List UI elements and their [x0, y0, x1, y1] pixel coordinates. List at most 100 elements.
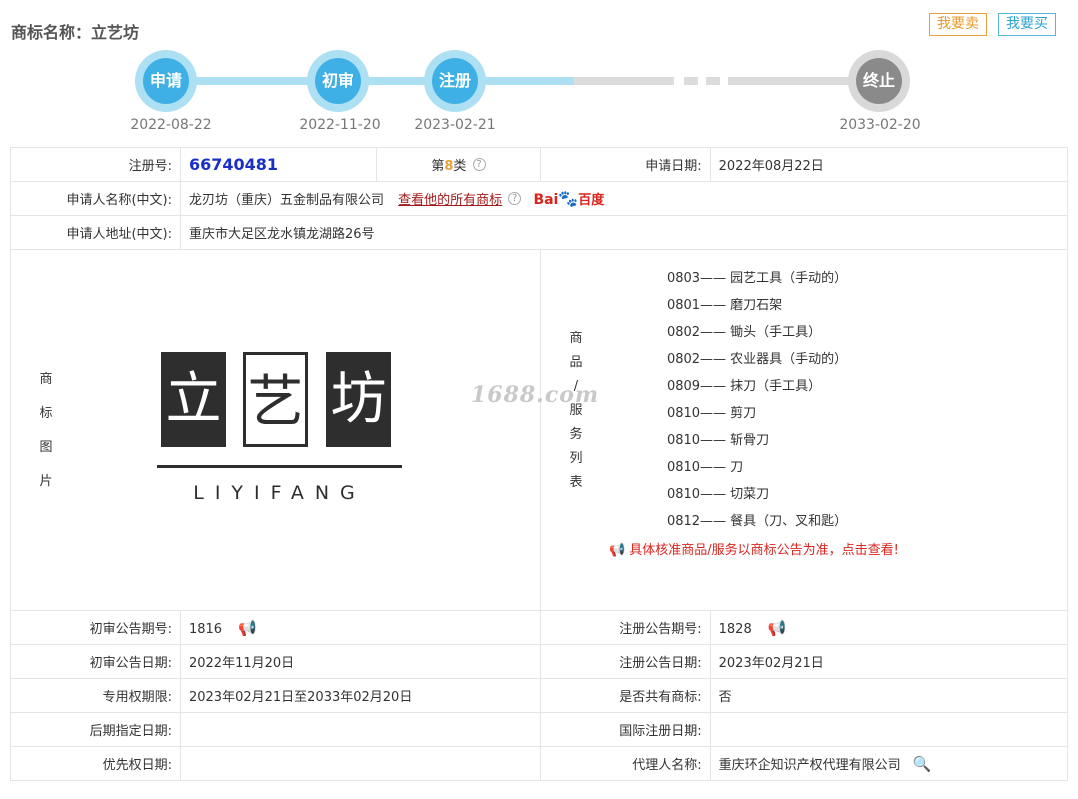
shared-value: 否	[709, 678, 1069, 713]
list-item: 0803—— 园艺工具（手动的）	[666, 270, 848, 286]
megaphone-icon: 📢	[608, 542, 626, 558]
timeline-date-expire: 2033-02-20	[839, 117, 921, 133]
goods-list: 0803—— 园艺工具（手动的） 0801—— 磨刀石架 0802—— 锄头（手…	[667, 268, 847, 538]
list-item: 0812—— 餐具（刀、叉和匙）	[666, 513, 848, 529]
shared-label: 是否共有商标:	[539, 678, 711, 713]
timeline-track-pending	[574, 77, 674, 85]
baidu-search-link[interactable]: Bai🐾百度	[533, 189, 605, 208]
reg-issue-cell: 1828 📢	[709, 610, 1069, 645]
priority-date-value	[179, 746, 541, 781]
timeline-track-active	[166, 77, 574, 85]
apply-date-label: 申请日期:	[539, 147, 711, 182]
baidu-paw-icon: 🐾	[558, 189, 579, 208]
goods-panel: 1688.com 商 品 / 服 务 列 表 0803—— 园艺工具（手动的） …	[471, 252, 1067, 609]
reg-no-cell: 66740481	[179, 147, 377, 182]
goods-label: 商 品 / 服 务 列 表	[569, 327, 583, 495]
intl-date-label: 国际注册日期:	[539, 712, 711, 747]
goods-note-link[interactable]: 📢 具体核准商品/服务以商标公告为准，点击查看!	[609, 539, 899, 558]
intl-date-value	[709, 712, 1069, 747]
agent-cell: 重庆环企知识产权代理有限公司 🔍	[709, 746, 1069, 781]
prelim-issue-label: 初审公告期号:	[10, 610, 181, 645]
table-row: 注册号: 66740481 第8类 ? 申请日期: 2022年08月22日	[10, 147, 1069, 182]
goods-label-char: 列	[569, 450, 583, 466]
list-item: 0802—— 农业器具（手动的）	[666, 351, 848, 367]
timeline-node-label: 终止	[856, 58, 902, 104]
logo-divider	[157, 464, 402, 468]
help-icon[interactable]: ?	[508, 192, 522, 205]
timeline-node-register: 注册	[424, 50, 486, 112]
timeline-node-expire: 终止	[848, 50, 910, 112]
trademark-logo: 立 艺 坊 LIYIFANG	[11, 252, 531, 609]
goods-label-char: 服	[569, 402, 583, 418]
trademark-info-table: 注册号: 66740481 第8类 ? 申请日期: 2022年08月22日 申请…	[10, 147, 1069, 781]
table-row: 后期指定日期: 国际注册日期:	[10, 712, 1069, 747]
search-icon[interactable]: 🔍	[913, 755, 932, 773]
status-timeline: 申请 初审 注册 终止 2022-08-22 2022-11-20 2023-0…	[0, 44, 1078, 139]
list-item: 0809—— 抹刀（手工具）	[666, 378, 822, 394]
exclusive-value: 2023年02月21日至2033年02月20日	[179, 678, 541, 713]
page-title: 商标名称：立艺坊	[11, 23, 140, 42]
applicant-cell: 龙刃坊（重庆）五金制品有限公司 查看他的所有商标 ? Bai🐾百度	[179, 181, 1069, 216]
sell-button[interactable]: 我要卖	[929, 13, 987, 36]
timeline-node-label: 申请	[143, 58, 189, 104]
later-date-label: 后期指定日期:	[10, 712, 181, 747]
timeline-node-label: 注册	[432, 58, 478, 104]
list-item: 0810—— 剪刀	[666, 405, 757, 421]
table-row: 商 标 图 片 立 艺 坊 LIYIFANG 1688.com 商 品 / 服	[10, 249, 1069, 611]
class-prefix: 第	[431, 159, 445, 174]
megaphone-icon[interactable]: 📢	[768, 619, 787, 637]
table-row: 申请人地址(中文): 重庆市大足区龙水镇龙湖路26号	[10, 215, 1069, 250]
list-item: 0810—— 斩骨刀	[666, 432, 770, 448]
table-row: 申请人名称(中文): 龙刃坊（重庆）五金制品有限公司 查看他的所有商标 ? Ba…	[10, 181, 1069, 216]
prelim-date-value: 2022年11月20日	[179, 644, 541, 679]
prelim-issue-value: 1816	[188, 621, 223, 637]
list-item: 0810—— 切菜刀	[666, 486, 770, 502]
list-item: 0810—— 刀	[666, 459, 744, 475]
goods-cell: 1688.com 商 品 / 服 务 列 表 0803—— 园艺工具（手动的） …	[471, 249, 1069, 611]
list-item: 0802—— 锄头（手工具）	[666, 324, 822, 340]
applicant-value: 龙刃坊（重庆）五金制品有限公司	[188, 193, 384, 208]
baidu-logo-cn: 百度	[578, 193, 605, 208]
buy-button[interactable]: 我要买	[998, 13, 1056, 36]
table-row: 优先权日期: 代理人名称: 重庆环企知识产权代理有限公司 🔍	[10, 746, 1069, 781]
apply-date-value: 2022年08月22日	[709, 147, 1069, 182]
reg-no-value: 66740481	[188, 155, 279, 174]
megaphone-icon[interactable]: 📢	[238, 619, 257, 637]
reg-issue-value: 1828	[718, 621, 752, 637]
agent-value: 重庆环企知识产权代理有限公司	[718, 758, 901, 773]
exclusive-label: 专用权期限:	[10, 678, 181, 713]
later-date-value	[179, 712, 541, 747]
logo-pinyin: LIYIFANG	[193, 481, 366, 504]
timeline-date-apply: 2022-08-22	[130, 117, 212, 133]
priority-date-label: 优先权日期:	[10, 746, 181, 781]
prelim-issue-cell: 1816 📢	[179, 610, 541, 645]
agent-label: 代理人名称:	[539, 746, 711, 781]
goods-label-char: 商	[569, 330, 583, 346]
timeline-track-dash	[706, 77, 720, 85]
reg-no-label: 注册号:	[10, 147, 181, 182]
timeline-node-label: 初审	[315, 58, 361, 104]
goods-label-char: /	[573, 378, 579, 394]
table-row: 初审公告期号: 1816 📢 注册公告期号: 1828 📢	[10, 610, 1069, 645]
class-suffix: 类	[453, 159, 467, 174]
address-label: 申请人地址(中文):	[10, 215, 181, 250]
goods-label-char: 品	[569, 354, 583, 370]
table-row: 初审公告日期: 2022年11月20日 注册公告日期: 2023年02月21日	[10, 644, 1069, 679]
help-icon[interactable]: ?	[472, 158, 486, 171]
address-value: 重庆市大足区龙水镇龙湖路26号	[179, 215, 1069, 250]
timeline-node-apply: 申请	[135, 50, 197, 112]
all-marks-link[interactable]: 查看他的所有商标	[398, 193, 502, 208]
applicant-label: 申请人名称(中文):	[10, 181, 181, 216]
class-cell: 第8类 ?	[375, 147, 541, 182]
reg-date-value: 2023年02月21日	[709, 644, 1069, 679]
goods-label-char: 务	[569, 426, 583, 442]
timeline-node-prelim: 初审	[307, 50, 369, 112]
reg-issue-label: 注册公告期号:	[539, 610, 711, 645]
logo-char: 坊	[326, 351, 391, 447]
timeline-date-prelim: 2022-11-20	[299, 117, 381, 133]
timeline-date-register: 2023-02-21	[414, 117, 496, 133]
timeline-track-dash	[684, 77, 698, 85]
goods-label-char: 表	[569, 474, 583, 490]
logo-char: 立	[161, 351, 226, 447]
goods-note-text: 具体核准商品/服务以商标公告为准，点击查看!	[629, 542, 899, 558]
